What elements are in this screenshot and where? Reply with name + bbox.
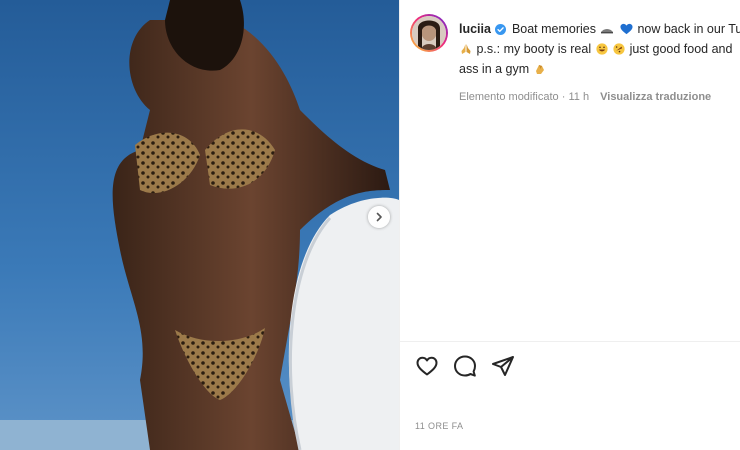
- comment-button[interactable]: [453, 354, 477, 378]
- post-side-panel: luciia Boat memories now back in our Tul: [399, 0, 740, 450]
- blue-heart-icon: [620, 22, 633, 40]
- post-timestamp[interactable]: 11 ORE FA: [415, 421, 463, 431]
- post-caption: luciia Boat memories now back in our Tul: [459, 20, 740, 80]
- edited-label: Elemento modificato: [459, 91, 559, 103]
- paper-plane-icon: [492, 356, 514, 376]
- chevron-right-icon: [376, 212, 382, 222]
- next-slide-button[interactable]: [368, 206, 390, 228]
- heart-icon: [416, 356, 438, 376]
- avatar[interactable]: [412, 16, 446, 50]
- post-actions: [415, 354, 515, 378]
- see-translation-link[interactable]: Visualizza traduzione: [600, 91, 711, 103]
- caption-line-3: ass in a gym: [459, 60, 740, 80]
- verified-badge-icon: [495, 22, 507, 40]
- username-link[interactable]: luciia: [459, 22, 491, 36]
- caption-text-2b: just good food and: [629, 42, 733, 56]
- section-divider: [400, 341, 740, 342]
- share-button[interactable]: [491, 354, 515, 378]
- rolling-laughing-face-icon: [613, 42, 625, 60]
- caption-text-2a: p.s.: my booty is real: [476, 42, 592, 56]
- post-photo: [0, 0, 399, 450]
- caption-line-2: p.s.: my booty is real just good food an…: [459, 40, 740, 60]
- praying-hands-icon: [460, 42, 472, 60]
- time-short[interactable]: 11 h: [568, 91, 589, 103]
- grinning-face-icon: [595, 42, 608, 60]
- clapping-hand-icon: [534, 62, 546, 80]
- caption-text-3: ass in a gym: [459, 62, 530, 76]
- post-meta: Elemento modificato · 11 h Visualizza tr…: [459, 91, 711, 103]
- wave-emoji-icon: [600, 22, 614, 40]
- avatar-story-ring[interactable]: [410, 14, 448, 52]
- comment-icon: [454, 355, 476, 377]
- caption-line-1: luciia Boat memories now back in our Tul: [459, 20, 740, 40]
- post-media[interactable]: [0, 0, 399, 450]
- avatar-image: [412, 16, 446, 50]
- caption-text-1b: now back in our Tul: [637, 22, 740, 36]
- caption-text-1a: Boat memories: [511, 22, 596, 36]
- like-button[interactable]: [415, 354, 439, 378]
